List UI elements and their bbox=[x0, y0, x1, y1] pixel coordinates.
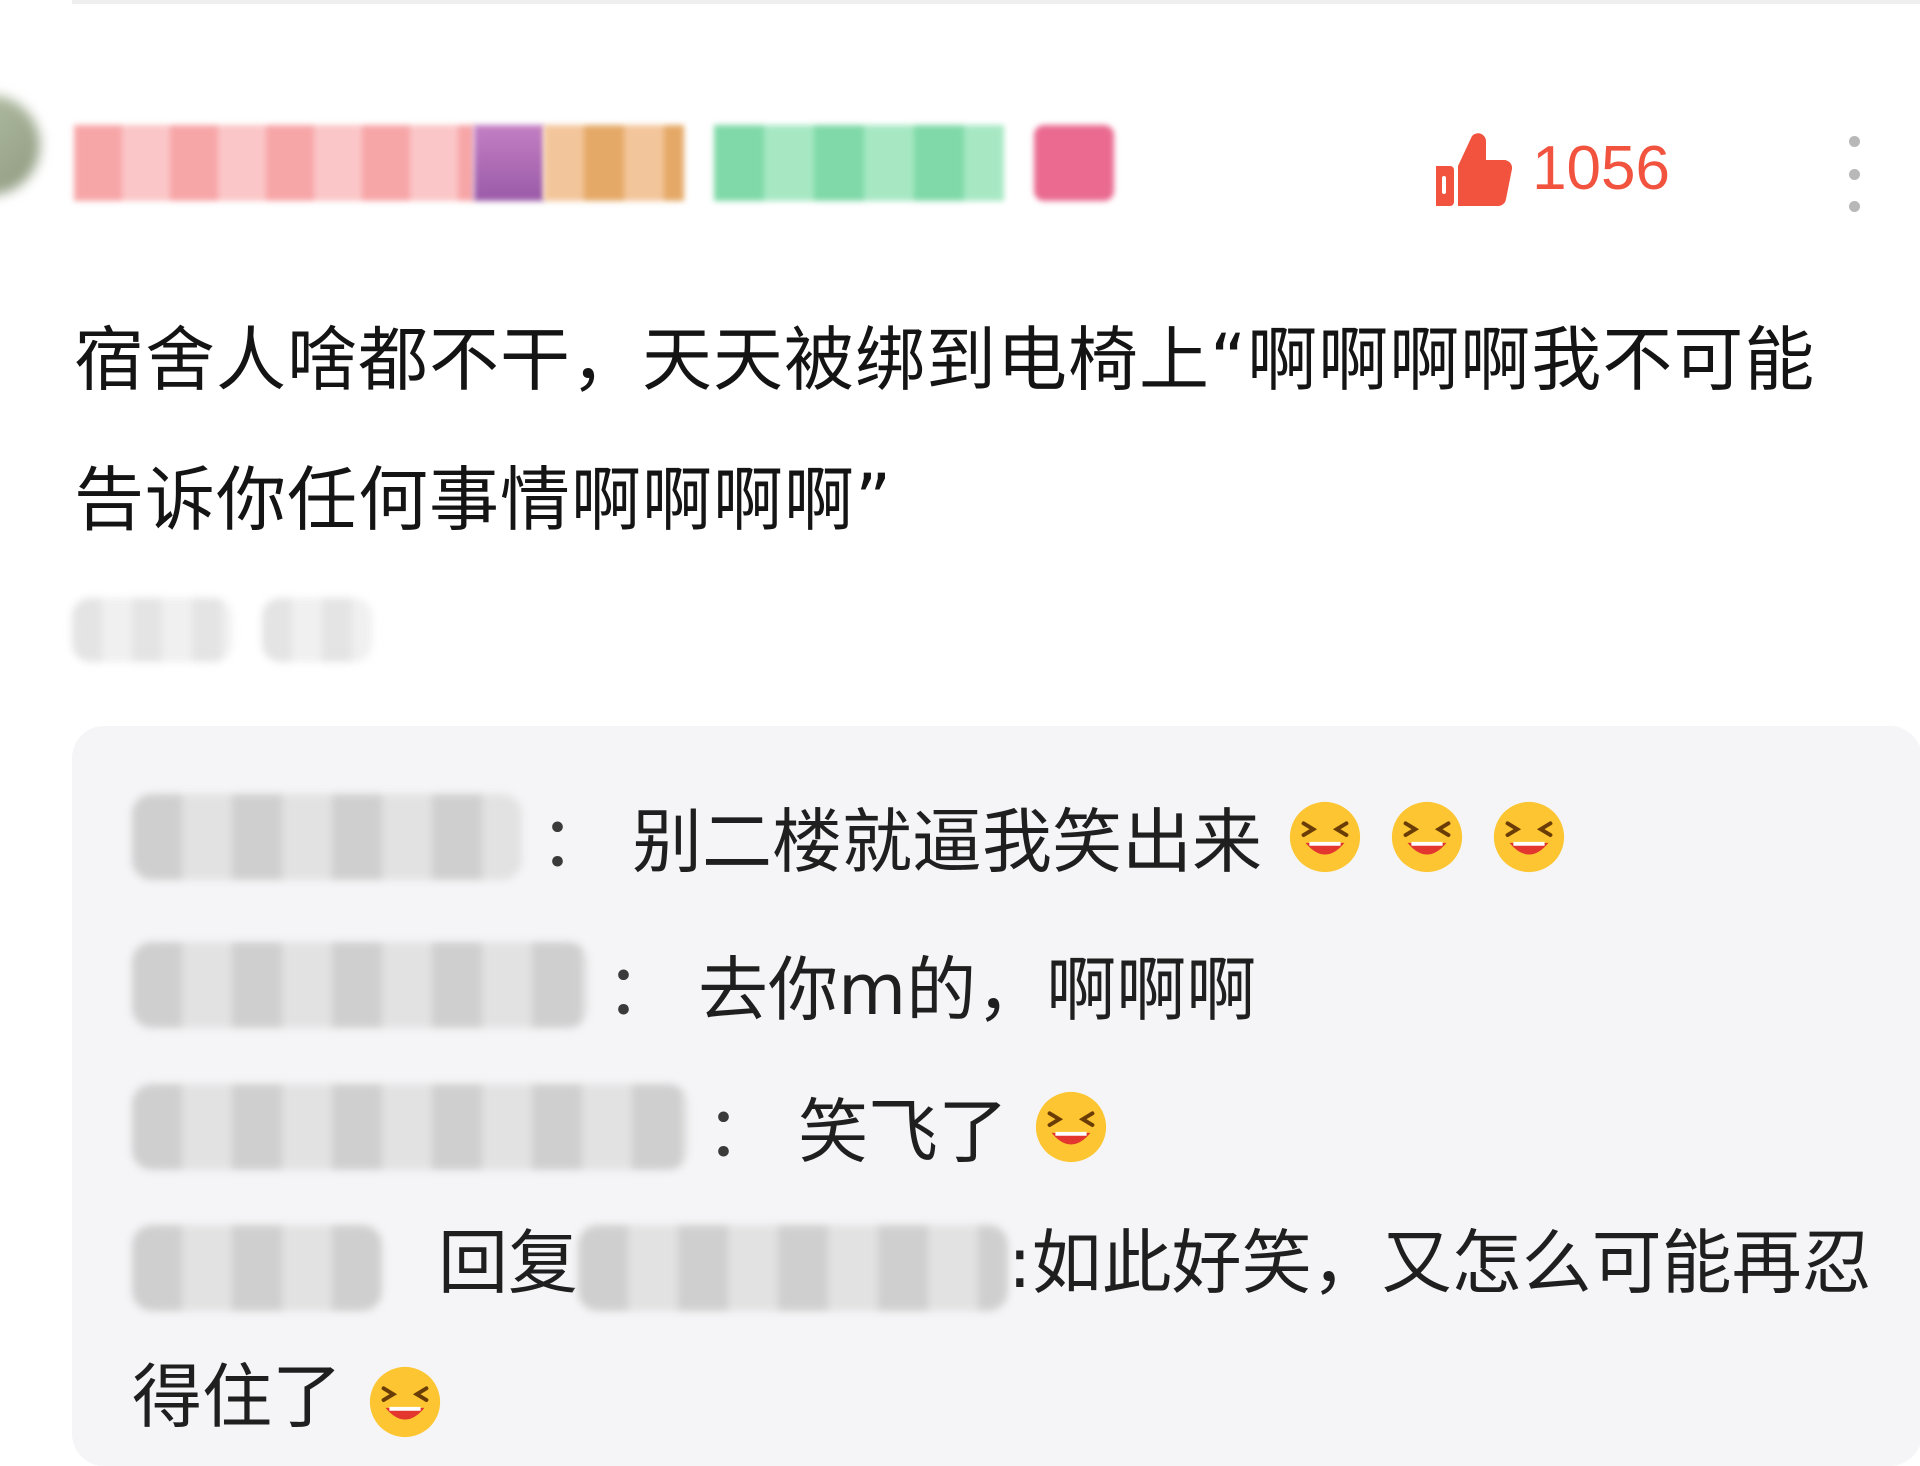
laughing-emoji-icon bbox=[1289, 801, 1361, 872]
reply-author-blurred[interactable] bbox=[132, 793, 522, 880]
replies-panel[interactable]: ： 别二楼就逼我笑出来 ： 去你m的，啊啊啊 ： 笑飞了 回复:如此好笑，又怎… bbox=[72, 726, 1920, 1466]
reply-separator: ： bbox=[540, 801, 610, 883]
laughing-emoji-icon bbox=[1035, 1091, 1107, 1162]
username-blurred[interactable] bbox=[74, 125, 1114, 201]
reply-item[interactable]: ： 去你m的，啊啊啊 bbox=[132, 934, 1256, 1035]
reply-author-blurred[interactable] bbox=[132, 941, 588, 1028]
like-button[interactable]: 1056 bbox=[1432, 128, 1670, 210]
more-vertical-icon[interactable] bbox=[1844, 136, 1864, 212]
reply-text: 去你m的，啊啊啊 bbox=[698, 949, 1257, 1031]
top-divider bbox=[72, 0, 1920, 4]
reply-separator: ： bbox=[706, 1091, 776, 1173]
reply-author-blurred[interactable] bbox=[132, 1224, 382, 1311]
laughing-emoji-icon bbox=[1391, 801, 1463, 872]
comment-meta-blurred bbox=[72, 598, 372, 662]
reply-item[interactable]: ： 别二楼就逼我笑出来 bbox=[132, 786, 1568, 887]
avatar[interactable] bbox=[0, 95, 40, 195]
laughing-emoji-icon bbox=[1493, 801, 1565, 872]
reply-to-label: 回复 bbox=[438, 1222, 578, 1304]
like-count: 1056 bbox=[1532, 134, 1670, 203]
reply-item[interactable]: 回复:如此好笑，又怎么可能再忍得住了 bbox=[132, 1196, 1872, 1464]
reply-author-blurred[interactable] bbox=[132, 1083, 688, 1170]
comment-body: 宿舍人啥都不干，天天被绑到电椅上“啊啊啊啊我不可能告诉你任何事情啊啊啊啊” bbox=[74, 319, 1816, 541]
reply-target-blurred[interactable] bbox=[578, 1224, 1008, 1311]
thumb-up-icon[interactable] bbox=[1432, 128, 1514, 210]
reply-item[interactable]: ： 笑飞了 bbox=[132, 1076, 1110, 1177]
reply-text: 别二楼就逼我笑出来 bbox=[632, 801, 1262, 883]
reply-text: 笑飞了 bbox=[798, 1091, 1008, 1173]
reply-separator: ： bbox=[606, 949, 676, 1031]
laughing-emoji-icon bbox=[369, 1366, 441, 1438]
